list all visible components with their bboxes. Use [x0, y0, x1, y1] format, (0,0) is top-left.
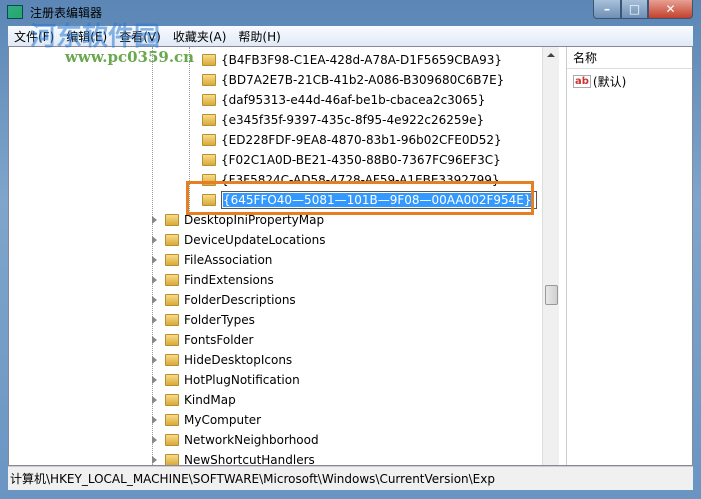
tree-subkey[interactable]: {daf95313-e44d-46af-be1b-cbacea2c3065} — [202, 90, 485, 110]
tree-label: {e345f35f-9397-435c-8f95-4e922c26259e} — [221, 113, 485, 127]
tree-label: MyComputer — [184, 413, 262, 427]
tree-label: NewShortcutHandlers — [184, 453, 315, 465]
folder-icon — [202, 154, 216, 166]
tree-subkey[interactable]: {ED228FDF-9EA8-4870-83b1-96b02CFE0D52} — [202, 130, 502, 150]
window-title: 注册表编辑器 — [30, 6, 103, 20]
tree-key[interactable]: KindMap — [165, 390, 236, 410]
menu-edit[interactable]: 编辑(E) — [60, 28, 113, 45]
tree-label: FileAssociation — [184, 253, 273, 267]
tree-key[interactable]: NetworkNeighborhood — [165, 430, 319, 450]
highlight-box — [186, 181, 534, 215]
folder-icon — [202, 74, 216, 86]
values-panel: 名称 ab (默认) — [566, 47, 692, 465]
folder-icon — [165, 374, 179, 386]
tree-key[interactable]: DeviceUpdateLocations — [165, 230, 326, 250]
expand-arrow-icon[interactable] — [152, 436, 157, 444]
tree-label: NetworkNeighborhood — [184, 433, 319, 447]
folder-icon — [165, 314, 179, 326]
folder-icon — [202, 94, 216, 106]
scrollbar-thumb[interactable] — [545, 285, 558, 305]
folder-icon — [165, 354, 179, 366]
tree-key[interactable]: FolderTypes — [165, 310, 255, 330]
tree-subkey[interactable]: {F02C1A0D-BE21-4350-88B0-7367FC96EF3C} — [202, 150, 501, 170]
folder-icon — [165, 234, 179, 246]
value-row-default[interactable]: ab (默认) — [567, 69, 692, 94]
folder-icon — [165, 274, 179, 286]
tree-subkey[interactable]: {B4FB3F98-C1EA-428d-A78A-D1F5659CBA93} — [202, 50, 502, 70]
tree-label: DesktopIniPropertyMap — [184, 213, 325, 227]
window-controls: – □ ✕ — [593, 0, 693, 19]
tree-subkey[interactable]: {BD7A2E7B-21CB-41b2-A086-B309680C6B7E} — [202, 70, 504, 90]
tree-subkey[interactable]: {e345f35f-9397-435c-8f95-4e922c26259e} — [202, 110, 484, 130]
minimize-button[interactable]: – — [593, 0, 621, 19]
value-name: (默认) — [592, 75, 627, 89]
folder-icon — [165, 254, 179, 266]
tree-label: KindMap — [184, 393, 236, 407]
tree-label: HotPlugNotification — [184, 373, 300, 387]
expand-arrow-icon[interactable] — [152, 236, 157, 244]
registry-tree: {B4FB3F98-C1EA-428d-A78A-D1F5659CBA93} {B… — [9, 47, 542, 465]
expand-arrow-icon[interactable] — [152, 216, 157, 224]
menu-file[interactable]: 文件(F) — [8, 28, 60, 45]
close-button[interactable]: ✕ — [648, 0, 693, 19]
folder-icon — [165, 394, 179, 406]
tree-key[interactable]: FileAssociation — [165, 250, 272, 270]
folder-icon — [165, 214, 179, 226]
folder-icon — [165, 434, 179, 446]
regedit-app-icon — [7, 5, 23, 19]
expand-arrow-icon[interactable] — [152, 316, 157, 324]
status-bar: 计算机\HKEY_LOCAL_MACHINE\SOFTWARE\Microsof… — [8, 466, 693, 490]
menu-help[interactable]: 帮助(H) — [232, 28, 286, 45]
folder-icon — [202, 54, 216, 66]
expand-arrow-icon[interactable] — [152, 256, 157, 264]
folder-icon — [165, 414, 179, 426]
scroll-up-icon[interactable] — [547, 53, 555, 57]
folder-icon — [165, 294, 179, 306]
tree-key[interactable]: HotPlugNotification — [165, 370, 300, 390]
tree-label: {BD7A2E7B-21CB-41b2-A086-B309680C6B7E} — [221, 73, 505, 87]
tree-key[interactable]: FolderDescriptions — [165, 290, 296, 310]
folder-icon — [165, 334, 179, 346]
expand-arrow-icon[interactable] — [152, 356, 157, 364]
maximize-button[interactable]: □ — [621, 0, 648, 19]
tree-key[interactable]: FontsFolder — [165, 330, 253, 350]
expand-arrow-icon[interactable] — [152, 396, 157, 404]
tree-label: FindExtensions — [184, 273, 274, 287]
tree-scrollbar[interactable] — [542, 47, 559, 465]
tree-key[interactable]: MyComputer — [165, 410, 261, 430]
folder-icon — [165, 454, 179, 465]
client-area: {B4FB3F98-C1EA-428d-A78A-D1F5659CBA93} {B… — [8, 46, 693, 466]
string-value-icon: ab — [573, 75, 591, 88]
tree-label: FolderTypes — [184, 313, 255, 327]
expand-arrow-icon[interactable] — [152, 276, 157, 284]
tree-label: FolderDescriptions — [184, 293, 296, 307]
watermark-url: www.pc0359.cn — [65, 48, 195, 66]
expand-arrow-icon[interactable] — [152, 416, 157, 424]
menu-view[interactable]: 查看(V) — [113, 28, 167, 45]
menu-favorites[interactable]: 收藏夹(A) — [167, 28, 233, 45]
expand-arrow-icon[interactable] — [152, 296, 157, 304]
tree-key[interactable]: FindExtensions — [165, 270, 274, 290]
folder-icon — [202, 114, 216, 126]
tree-label: DeviceUpdateLocations — [184, 233, 326, 247]
expand-arrow-icon[interactable] — [152, 456, 157, 464]
column-header-name[interactable]: 名称 — [567, 47, 692, 69]
tree-label: {ED228FDF-9EA8-4870-83b1-96b02CFE0D52} — [221, 133, 502, 147]
expand-arrow-icon[interactable] — [152, 336, 157, 344]
tree-key[interactable]: HideDesktopIcons — [165, 350, 292, 370]
folder-icon — [202, 134, 216, 146]
tree-key[interactable]: NewShortcutHandlers — [165, 450, 315, 465]
tree-label: {daf95313-e44d-46af-be1b-cbacea2c3065} — [221, 93, 486, 107]
tree-label: {F02C1A0D-BE21-4350-88B0-7367FC96EF3C} — [221, 153, 501, 167]
tree-label: HideDesktopIcons — [184, 353, 293, 367]
expand-arrow-icon[interactable] — [152, 376, 157, 384]
tree-label: {B4FB3F98-C1EA-428d-A78A-D1F5659CBA93} — [221, 53, 503, 67]
tree-label: FontsFolder — [184, 333, 254, 347]
menu-bar: 文件(F) 编辑(E) 查看(V) 收藏夹(A) 帮助(H) — [8, 26, 693, 46]
